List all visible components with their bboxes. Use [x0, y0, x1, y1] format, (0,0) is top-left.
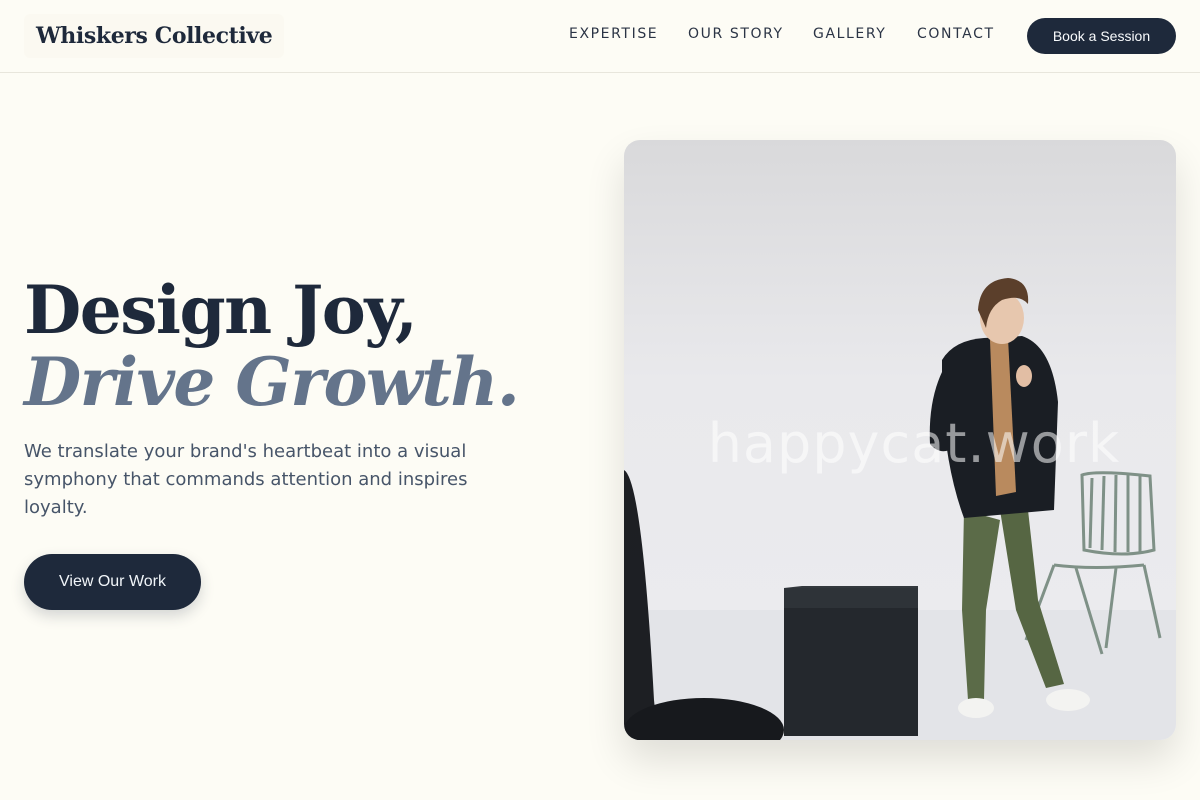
view-work-button[interactable]: View Our Work	[24, 554, 201, 610]
hero-subtitle: We translate your brand's heartbeat into…	[24, 441, 468, 518]
site-header: Whiskers Collective EXPERTISE OUR STORY …	[0, 0, 1200, 73]
nav-expertise[interactable]: EXPERTISE	[569, 26, 658, 42]
hero-title-line2: Drive Growth.	[24, 343, 520, 421]
logo[interactable]: Whiskers Collective	[24, 14, 285, 58]
nav-gallery[interactable]: GALLERY	[813, 26, 886, 42]
watermark: happycat.work	[707, 412, 1121, 475]
nav-our-story[interactable]: OUR STORY	[688, 26, 784, 42]
hero-title: Design Joy, Drive Growth.	[24, 270, 520, 421]
book-session-button[interactable]: Book a Session	[1027, 18, 1176, 54]
hero-title-line1: Design Joy,	[24, 271, 418, 349]
nav-contact[interactable]: CONTACT	[917, 26, 995, 42]
hero-photo: happycat.work	[624, 140, 1176, 740]
